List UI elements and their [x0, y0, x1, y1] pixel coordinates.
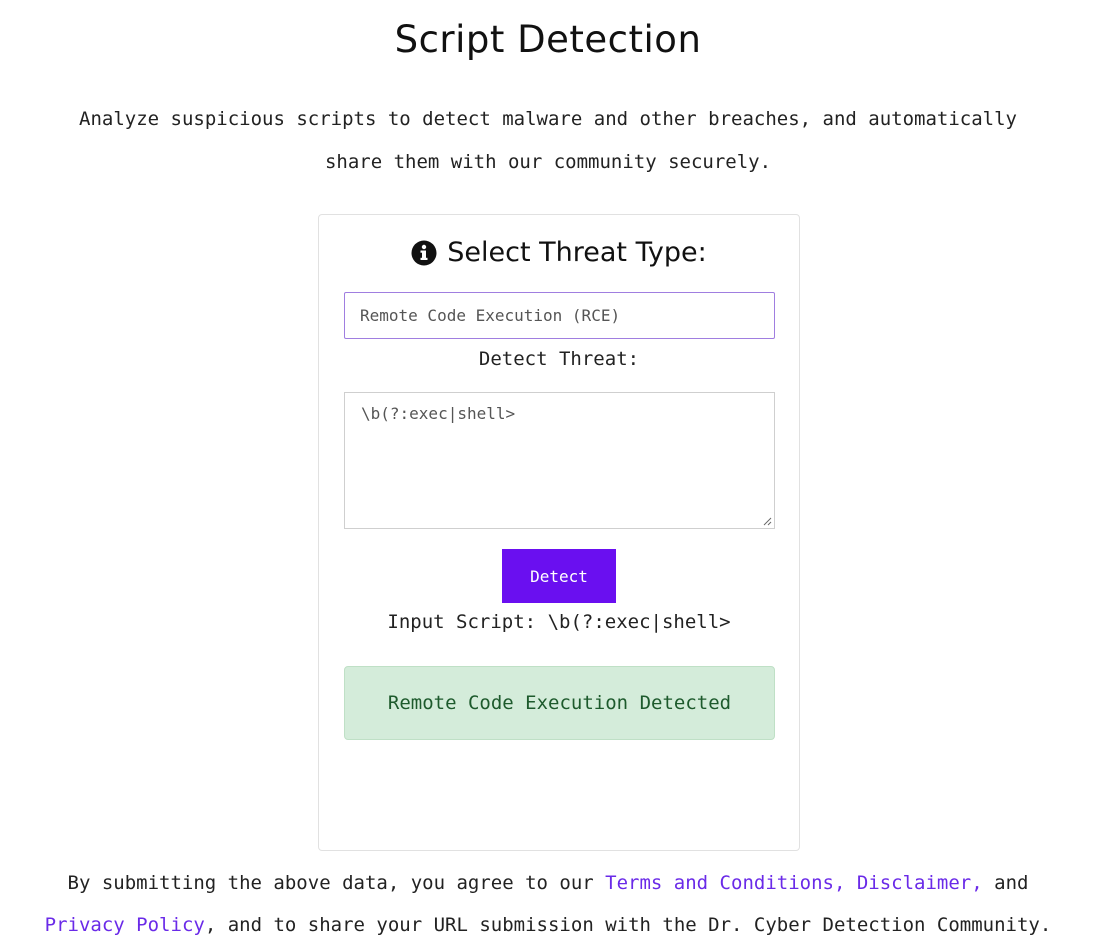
- threat-type-select[interactable]: Remote Code Execution (RCE): [344, 292, 775, 339]
- detect-threat-label: Detect Threat:: [478, 348, 640, 370]
- resize-handle-icon[interactable]: [762, 516, 772, 526]
- page-title: Script Detection: [394, 18, 702, 61]
- input-script-prefix: Input Script:: [387, 611, 537, 633]
- detect-button[interactable]: Detect: [502, 549, 616, 603]
- threat-type-selected-value: Remote Code Execution (RCE): [360, 306, 621, 325]
- detection-card: Select Threat Type: Remote Code Executio…: [318, 214, 800, 851]
- detection-result-alert: Remote Code Execution Detected: [344, 666, 775, 740]
- script-input-value: \b(?:exec|shell>: [361, 404, 516, 423]
- footer-text-3: , and to share your URL submission with …: [204, 914, 1052, 936]
- page-intro: Analyze suspicious scripts to detect mal…: [79, 108, 1017, 173]
- privacy-policy-link[interactable]: Privacy Policy: [45, 914, 205, 936]
- detection-result-text: Remote Code Execution Detected: [387, 692, 732, 714]
- script-input[interactable]: \b(?:exec|shell>: [344, 392, 775, 529]
- info-circle-icon: [411, 240, 437, 265]
- input-script-value: \b(?:exec|shell>: [547, 611, 731, 633]
- input-script-readout: Input Script: \b(?:exec|shell>: [319, 611, 799, 633]
- disclaimer-link[interactable]: Disclaimer,: [857, 872, 983, 894]
- terms-link[interactable]: Terms and Conditions,: [605, 872, 845, 894]
- card-heading: Select Threat Type:: [319, 237, 799, 268]
- footer-text-1: By submitting the above data, you agree …: [67, 872, 606, 894]
- footer-text-2: and: [982, 872, 1029, 894]
- footer-consent: By submitting the above data, you agree …: [40, 862, 1056, 946]
- card-heading-text: Select Threat Type:: [447, 237, 707, 268]
